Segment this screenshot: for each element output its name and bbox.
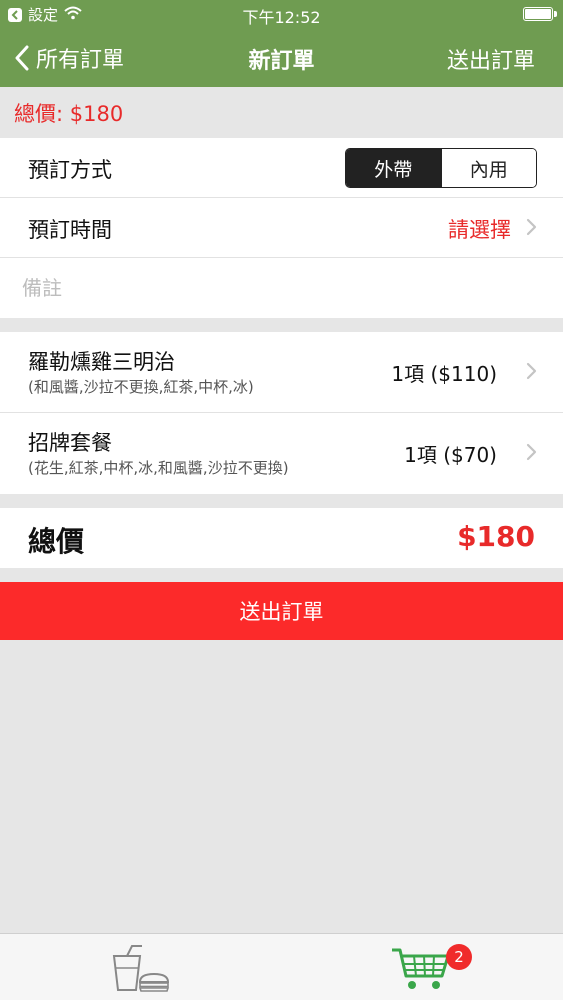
total-summary: 總價 $180 [0,508,563,568]
item-name: 羅勒燻雞三明治 [28,350,175,374]
order-time-label: 預訂時間 [28,218,112,242]
battery-icon [523,7,557,21]
order-items-section: 羅勒燻雞三明治 (和風醬,沙拉不更換,紅茶,中杯,冰) 1項 ($110) 招牌… [0,332,563,494]
notes-input[interactable] [22,272,522,304]
list-item[interactable]: 招牌套餐 (花生,紅茶,中杯,冰,和風醬,沙拉不更換) 1項 ($70) [0,413,563,494]
submit-order-button[interactable]: 送出訂單 [0,582,563,640]
total-banner: 總價: $180 [0,87,563,138]
segment-dine-in[interactable]: 內用 [440,149,536,187]
cart-badge: 2 [446,944,472,970]
tab-menu[interactable] [110,942,170,996]
item-name: 招牌套餐 [28,431,112,455]
status-time: 下午12:52 [242,8,321,27]
item-quantity-price: 1項 ($70) [404,443,497,467]
notes-row [0,258,563,318]
item-quantity-price: 1項 ($110) [391,362,497,386]
status-bar: 設定 下午12:52 [0,0,563,28]
list-item[interactable]: 羅勒燻雞三明治 (和風醬,沙拉不更換,紅茶,中杯,冰) 1項 ($110) [0,332,563,413]
order-method-segmented-control[interactable]: 外帶 內用 [345,148,537,188]
nav-bar: 所有訂單 新訂單 送出訂單 [0,28,563,87]
segment-takeout[interactable]: 外帶 [346,149,441,187]
chevron-right-icon [526,443,537,461]
tab-cart[interactable]: 2 [390,942,472,996]
order-method-row: 預訂方式 外帶 內用 [0,138,563,198]
tab-bar: 2 [0,933,563,1000]
item-options: (花生,紅茶,中杯,冰,和風醬,沙拉不更換) [28,459,289,477]
cart-icon [392,948,450,989]
item-options: (和風醬,沙拉不更換,紅茶,中杯,冰) [28,378,254,396]
order-settings-section: 預訂方式 外帶 內用 預訂時間 請選擇 [0,138,563,318]
order-time-value[interactable]: 請選擇 [448,214,511,244]
order-method-label: 預訂方式 [28,158,112,182]
chevron-right-icon [526,218,537,236]
chevron-right-icon [526,362,537,380]
submit-order-nav-button[interactable]: 送出訂單 [447,43,535,75]
drink-burger-icon [112,945,170,992]
total-label: 總價 [28,525,85,558]
total-value: $180 [457,520,535,553]
order-time-row[interactable]: 預訂時間 請選擇 [0,198,563,258]
